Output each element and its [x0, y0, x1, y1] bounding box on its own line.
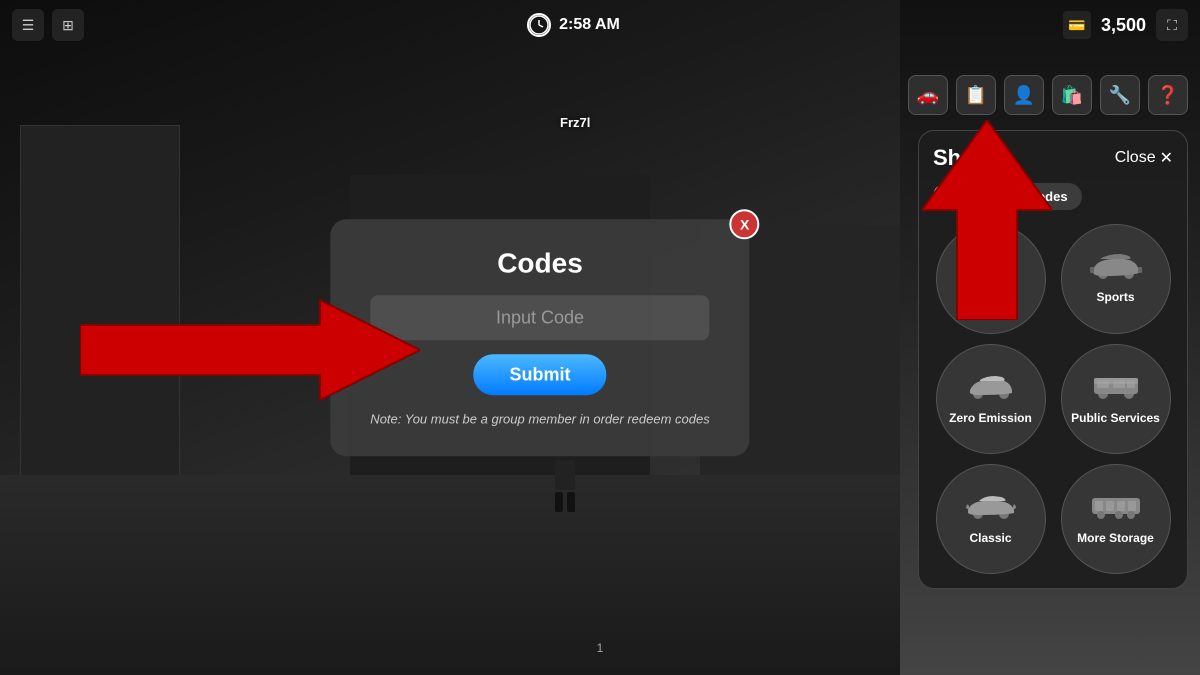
- currency-display: 3,500: [1101, 15, 1146, 36]
- toolbar-settings[interactable]: 🔧: [1100, 75, 1140, 115]
- toolbar-user[interactable]: 👤: [1004, 75, 1044, 115]
- submit-button[interactable]: Submit: [473, 354, 606, 395]
- classic-label: Classic: [969, 531, 1011, 545]
- toolbar-car[interactable]: 🚗: [908, 75, 948, 115]
- shop-close-button[interactable]: Close ✕: [1115, 148, 1173, 168]
- hud-center: 2:58 AM: [527, 13, 620, 37]
- wallet-icon: 💳: [1063, 11, 1091, 39]
- current-time: 2:58 AM: [559, 16, 620, 34]
- public-services-label: Public Services: [1071, 411, 1160, 425]
- arrow-right-indicator: [80, 290, 420, 415]
- page-indicator: 1: [597, 641, 604, 655]
- close-x-icon: ✕: [1160, 148, 1173, 168]
- map-icon[interactable]: ⊞: [52, 9, 84, 41]
- shop-item-public-services[interactable]: Public Services: [1061, 344, 1171, 454]
- toolbar-clipboard[interactable]: 📋: [956, 75, 996, 115]
- sports-label: Sports: [1096, 290, 1134, 304]
- sports-icon: [1090, 253, 1142, 286]
- classic-icon: [965, 492, 1017, 527]
- player-name: Frz7l: [560, 115, 590, 130]
- hud-right: 💳 3,500 ⛶: [1063, 9, 1188, 41]
- clock-icon: [527, 13, 551, 37]
- arrow-up-indicator: [922, 120, 1052, 325]
- code-input[interactable]: [370, 295, 709, 340]
- player-character: [550, 460, 580, 520]
- shop-item-more-storage[interactable]: More Storage: [1061, 464, 1171, 574]
- codes-title: Codes: [370, 247, 709, 279]
- top-hud: ☰ ⊞ 2:58 AM 💳 3,500 ⛶: [0, 0, 1200, 50]
- more-storage-icon: [1090, 492, 1142, 527]
- more-storage-label: More Storage: [1077, 531, 1154, 545]
- menu-icon[interactable]: ☰: [12, 9, 44, 41]
- toolbar: 🚗 📋 👤 🛍️ 🔧 ❓: [908, 75, 1188, 115]
- codes-note: Note: You must be a group member in orde…: [370, 409, 709, 429]
- shop-item-classic[interactable]: Classic: [936, 464, 1046, 574]
- public-services-icon: [1091, 372, 1141, 407]
- shop-item-sports[interactable]: Sports: [1061, 224, 1171, 334]
- toolbar-help[interactable]: ❓: [1148, 75, 1188, 115]
- fullscreen-icon[interactable]: ⛶: [1156, 9, 1188, 41]
- hud-left: ☰ ⊞: [12, 9, 84, 41]
- zero-emission-icon: [966, 372, 1016, 407]
- toolbar-shop[interactable]: 🛍️: [1052, 75, 1092, 115]
- shop-close-label: Close: [1115, 149, 1156, 167]
- floor: [0, 475, 900, 675]
- zero-emission-label: Zero Emission: [949, 411, 1032, 425]
- shop-item-zero-emission[interactable]: Zero Emission: [936, 344, 1046, 454]
